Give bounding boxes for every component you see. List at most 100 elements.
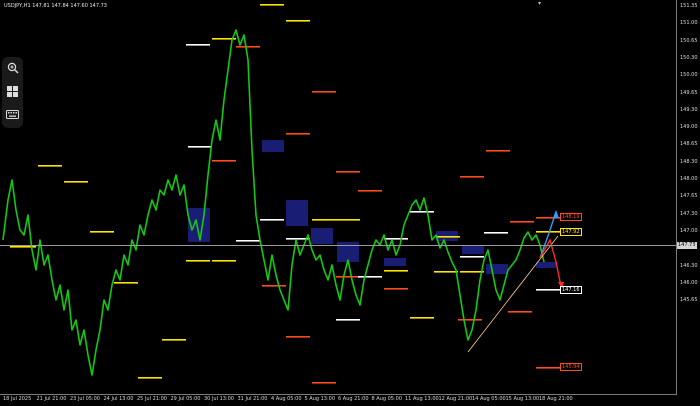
level-support <box>410 317 434 319</box>
y-tick-label: 149.30 <box>680 106 698 113</box>
level-resistance <box>358 190 382 192</box>
x-tick-label: 21 Jul 21:00 <box>36 396 67 402</box>
level-pivot <box>186 44 210 46</box>
target-upper-label: 148.19 <box>560 213 582 221</box>
level-resistance <box>508 311 532 313</box>
level-support <box>162 339 186 341</box>
level-resistance <box>486 150 510 152</box>
x-tick-label: 5 Aug 13:00 <box>304 396 336 402</box>
level-resistance <box>286 336 310 338</box>
demand-supply-zone <box>311 228 333 244</box>
zoom-in-icon[interactable] <box>5 60 20 75</box>
level-support <box>312 219 336 221</box>
y-tick-label: 148.30 <box>680 158 698 165</box>
price-chart[interactable] <box>0 0 676 394</box>
y-tick-label: 150.65 <box>680 37 698 44</box>
x-tick-label: 6 Aug 21:00 <box>338 396 369 402</box>
target-mid-label: 147.92 <box>560 228 582 236</box>
level-support <box>436 236 460 238</box>
level-resistance <box>236 46 260 48</box>
x-tick-label: 4 Aug 05:00 <box>271 396 302 402</box>
x-tick-label: 14 Aug 05:00 <box>472 396 506 402</box>
y-tick-label: 150.30 <box>680 54 698 61</box>
level-support <box>384 270 408 272</box>
x-tick-label: 15 Aug 13:00 <box>505 396 540 402</box>
level-pivot <box>358 276 382 278</box>
x-tick-label: 8 Aug 05:00 <box>371 396 403 402</box>
target-bottom-label: 145.94 <box>560 363 582 371</box>
y-tick-label: 149.65 <box>680 89 698 96</box>
level-resistance <box>384 288 408 290</box>
level-pivot <box>260 219 284 221</box>
y-tick-label: 148.00 <box>680 176 698 182</box>
bull-arrow-head <box>553 210 559 218</box>
x-tick-label: 12 Aug 21:00 <box>438 396 473 402</box>
demand-supply-zone <box>536 262 556 268</box>
y-tick-label: 146.00 <box>680 279 698 286</box>
y-tick-label: 151.00 <box>680 20 698 27</box>
x-tick-label: 25 Jul 21:00 <box>137 396 167 402</box>
level-resistance <box>460 176 484 178</box>
y-tick-label: 148.65 <box>680 141 698 148</box>
chart-window[interactable]: USDJPY,H1 147.81 147.84 147.60 147.73 ▾ … <box>0 0 700 406</box>
level-support <box>260 4 284 6</box>
level-resistance <box>458 319 482 321</box>
x-tick-label: 29 Jul 05:00 <box>170 396 201 402</box>
grid-icon[interactable] <box>5 84 20 99</box>
demand-supply-zone <box>462 246 484 254</box>
level-pivot <box>188 146 212 148</box>
demand-supply-zone <box>384 258 406 266</box>
x-tick-label: 24 Jul 13:00 <box>103 396 134 402</box>
y-tick-label: 149.00 <box>680 124 698 131</box>
x-tick-label: 23 Jul 05:00 <box>70 396 100 402</box>
level-pivot <box>484 232 508 234</box>
y-tick-label: 150.00 <box>680 72 698 79</box>
level-support <box>186 260 210 262</box>
level-support <box>460 271 484 273</box>
level-resistance <box>312 382 336 384</box>
level-resistance <box>510 221 534 223</box>
y-tick-label: 147.00 <box>680 227 698 234</box>
demand-supply-zone <box>486 264 508 274</box>
level-pivot <box>536 289 560 291</box>
side-toolbar <box>2 57 23 128</box>
y-tick-label: 145.65 <box>680 297 698 304</box>
level-resistance <box>312 91 336 93</box>
level-support <box>286 20 310 22</box>
y-tick-label: 151.35 <box>680 3 698 9</box>
x-tick-label: 11 Aug 13:00 <box>405 396 439 402</box>
level-support <box>138 377 162 379</box>
level-pivot <box>336 319 360 321</box>
level-resistance <box>286 133 310 135</box>
y-tick-label: 146.65 <box>680 245 698 252</box>
level-support <box>434 271 458 273</box>
level-resistance <box>212 160 236 162</box>
x-tick-label: 18 Aug 21:00 <box>539 396 573 402</box>
level-resistance <box>536 367 560 369</box>
symbol-label: USDJPY,H1 147.81 147.84 147.60 147.73 <box>4 3 107 9</box>
level-support <box>212 260 236 262</box>
x-tick-label: 18 Jul 2025 <box>3 396 32 402</box>
candlestick-series <box>2 29 545 376</box>
y-tick-label: 147.65 <box>680 193 698 200</box>
chart-plot-area[interactable] <box>0 0 677 395</box>
level-pivot <box>384 238 408 240</box>
current-price-line <box>0 245 676 246</box>
level-support <box>336 219 360 221</box>
target-lower-label: 147.16 <box>560 286 582 294</box>
level-pivot <box>236 240 260 242</box>
level-support <box>536 231 560 233</box>
level-support <box>114 282 138 284</box>
level-support <box>90 231 114 233</box>
scroll-marker-icon[interactable]: ▾ <box>538 0 541 7</box>
x-tick-label: 31 Jul 21:00 <box>237 396 268 402</box>
level-pivot <box>460 256 484 258</box>
level-resistance <box>336 276 360 278</box>
y-tick-label: 146.30 <box>680 262 698 269</box>
x-tick-label: 30 Jul 13:00 <box>204 396 234 402</box>
level-resistance <box>262 285 286 287</box>
keyboard-icon[interactable] <box>5 107 20 122</box>
level-pivot <box>410 211 434 213</box>
demand-supply-zone <box>286 200 308 226</box>
demand-supply-zone <box>262 140 284 152</box>
